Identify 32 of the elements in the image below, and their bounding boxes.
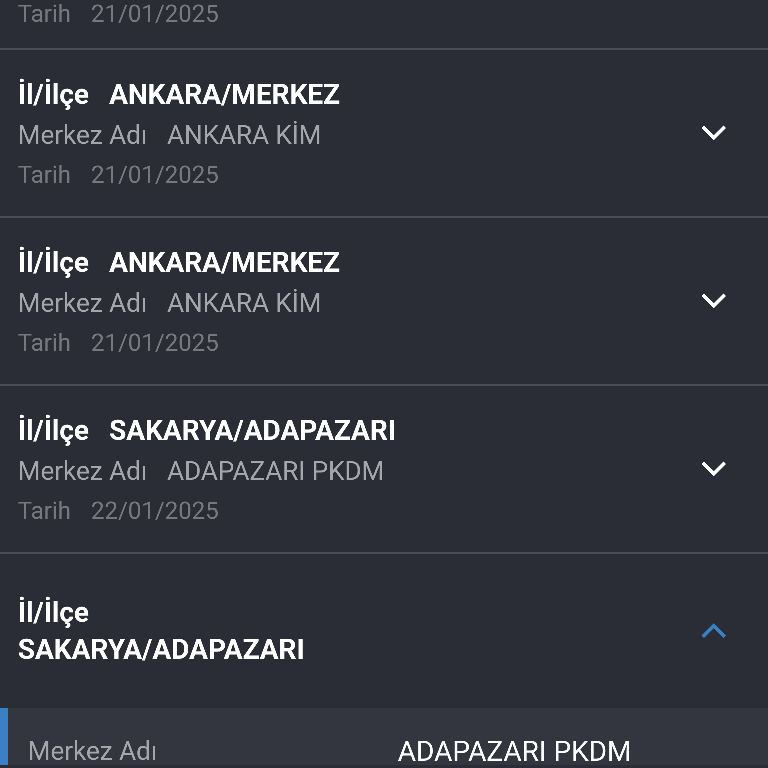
date-label: Tarih: [18, 0, 72, 28]
center-label: Merkez Adı: [18, 120, 148, 150]
chevron-down-icon[interactable]: [700, 460, 728, 478]
center-label: Merkez Adı: [18, 456, 148, 486]
date-value: 21/01/2025: [91, 328, 219, 356]
date-label: Tarih: [18, 160, 72, 188]
center-value: ANKARA KİM: [167, 120, 322, 150]
list-item[interactable]: İl/İlçe SAKARYA/ADAPAZARI: [0, 554, 768, 708]
list-item[interactable]: İl/İlçe ANKARA/MERKEZ Merkez Adı ANKARA KİM Tarih 21/01/2025: [0, 218, 768, 386]
date-label: Tarih: [18, 328, 72, 356]
region-value: SAKARYA/ADAPAZARI: [18, 633, 306, 666]
center-label: Merkez Adı: [18, 288, 148, 318]
region-value: ANKARA/MERKEZ: [109, 78, 340, 110]
date-label: Tarih: [18, 496, 72, 524]
center-value: ADAPAZARI PKDM: [167, 456, 384, 486]
list-item[interactable]: İl/İlçe ANKARA/MERKEZ Merkez Adı ANKARA KİM Tarih 21/01/2025: [0, 50, 768, 218]
region-label: İl/İlçe: [18, 414, 90, 446]
chevron-up-icon[interactable]: [700, 622, 728, 640]
date-value: 22/01/2025: [91, 496, 219, 524]
region-value: SAKARYA/ADAPAZARI: [109, 414, 396, 446]
detail-label: Merkez Adı: [28, 739, 158, 765]
chevron-down-icon[interactable]: [700, 124, 728, 142]
region-value: ANKARA/MERKEZ: [109, 246, 340, 278]
region-label: İl/İlçe: [18, 78, 90, 110]
list-item[interactable]: İl/İlçe SAKARYA/ADAPAZARI Merkez Adı ADAPAZARI PKDM Tarih 22/01/2025: [0, 386, 768, 554]
chevron-down-icon[interactable]: [700, 292, 728, 310]
detail-value: ADAPAZARI PKDM: [398, 739, 632, 765]
region-label: İl/İlçe: [18, 596, 90, 629]
center-value: ANKARA KİM: [167, 288, 322, 318]
date-value: 21/01/2025: [91, 160, 219, 188]
date-value: 21/01/2025: [91, 0, 219, 28]
region-label: İl/İlçe: [18, 246, 90, 278]
